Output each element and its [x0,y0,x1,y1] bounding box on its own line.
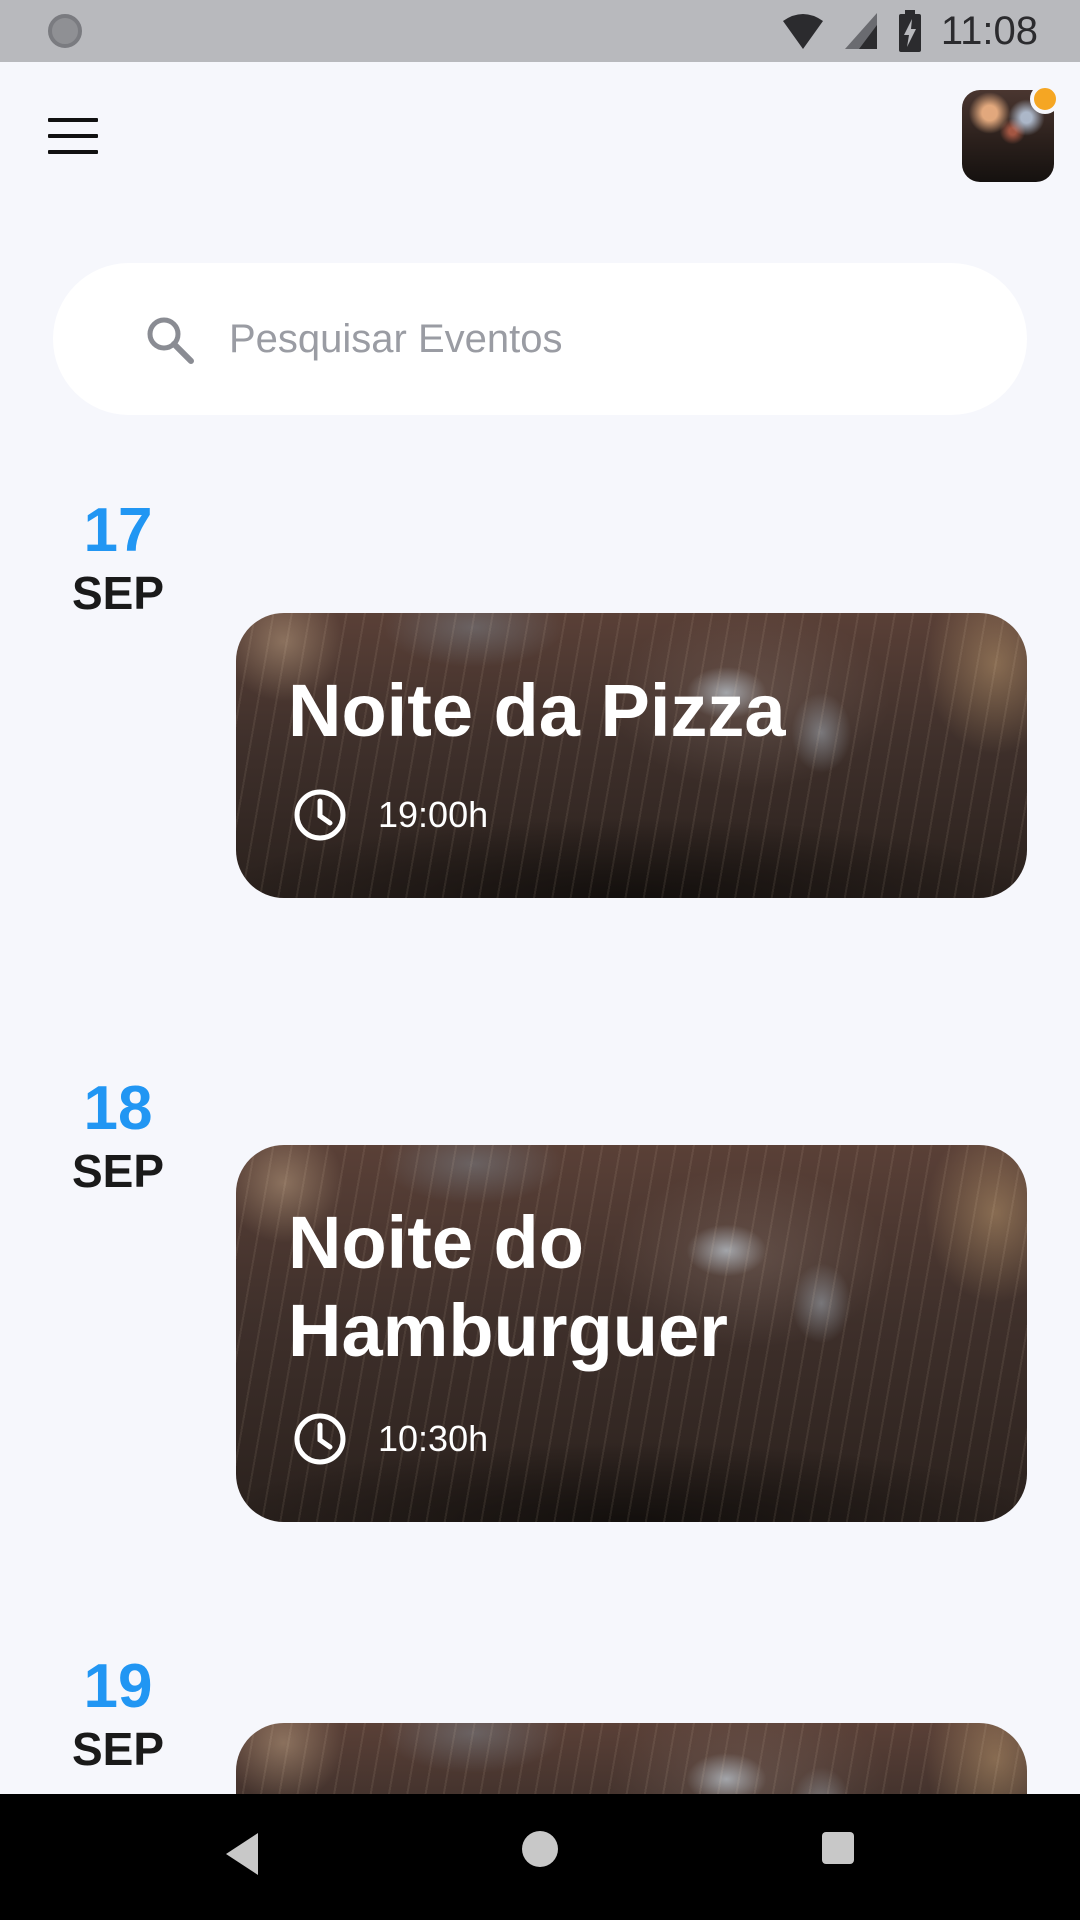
event-time: 19:00h [378,794,489,835]
event-card[interactable]: Noite do Hamburguer 10:30h [236,1145,1027,1522]
status-icons: 11:08 [781,0,1038,62]
notification-badge [1030,84,1060,114]
back-icon[interactable] [222,1829,262,1879]
search-bar[interactable] [53,263,1027,415]
home-icon[interactable] [522,1831,558,1867]
navigation-bar [0,1794,1080,1920]
wifi-icon [782,14,823,49]
battery-charging-icon [898,10,921,52]
event-date: 19 SEP [58,1653,178,1777]
event-card[interactable]: Noite da Pizza 19:00h [236,613,1027,898]
clock-icon [294,789,346,841]
event-time-row: 10:30h [292,1411,488,1467]
event-title: Noite da Pizza [288,669,786,752]
event-date: 18 SEP [58,1075,178,1199]
event-day: 18 [83,1074,153,1143]
cell-signal-icon [844,13,877,49]
event-time-row: 19:00h [292,787,488,843]
event-day: 17 [83,496,153,565]
search-input[interactable] [229,303,989,375]
status-bar: 11:08 [0,0,1080,62]
clock-icon [294,1413,346,1465]
event-time: 10:30h [378,1418,489,1459]
notification-dot-icon [48,14,82,48]
event-month: SEP [71,567,165,619]
status-time: 11:08 [940,8,1038,53]
recent-apps-icon[interactable] [822,1832,854,1864]
menu-icon[interactable] [48,118,98,154]
event-day: 19 [83,1652,153,1721]
event-date: 17 SEP [58,497,178,621]
event-title: Noite do Hamburguer [288,1201,728,1372]
search-icon [147,317,194,364]
event-month: SEP [71,1145,165,1197]
event-month: SEP [71,1723,165,1775]
